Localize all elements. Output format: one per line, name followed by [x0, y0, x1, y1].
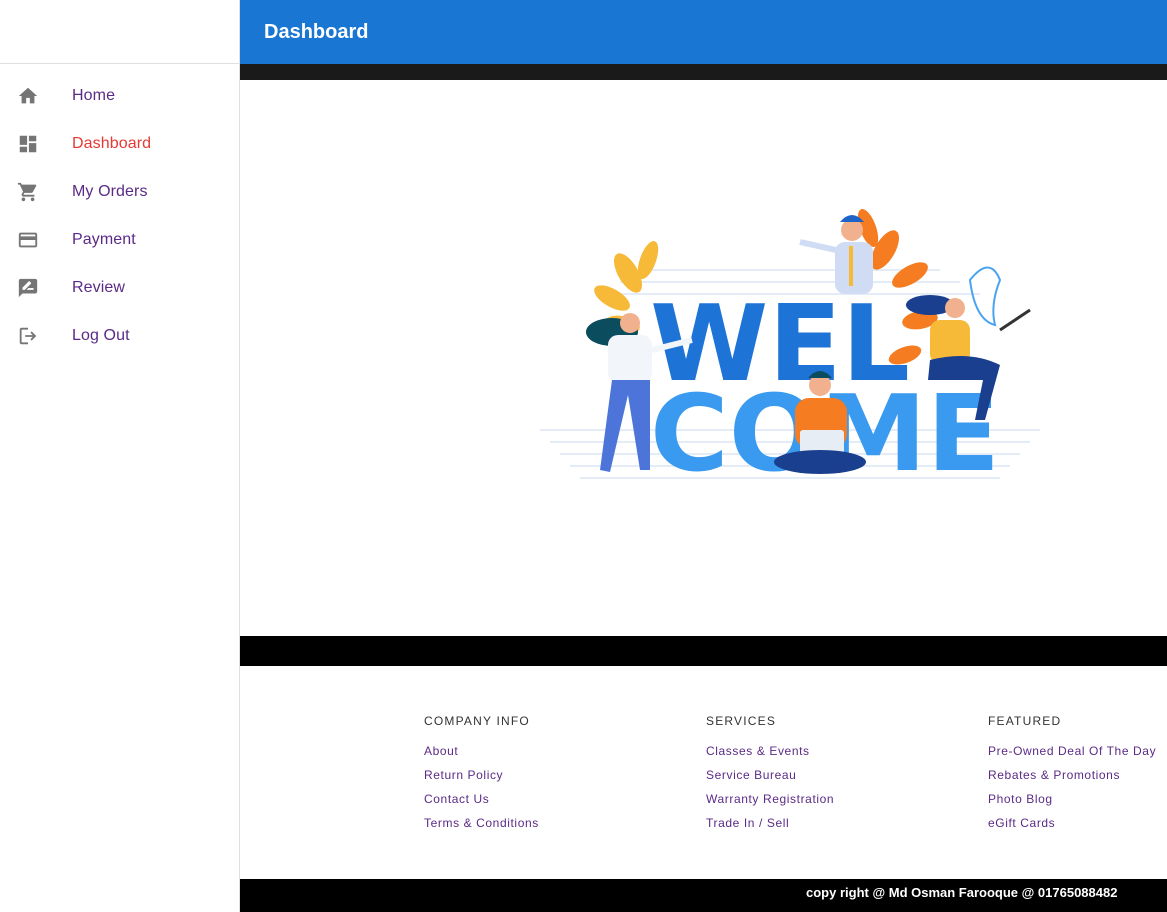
footer-link-trade-in[interactable]: Trade In / Sell — [706, 816, 834, 840]
footer-link-warranty-registration[interactable]: Warranty Registration — [706, 792, 834, 816]
sidebar-item-my-orders[interactable]: My Orders — [0, 168, 239, 216]
copyright-text: copy right @ Md Osman Farooque @ 0176508… — [806, 885, 1118, 900]
sidebar-item-label: Dashboard — [72, 135, 152, 152]
sidebar-item-home[interactable]: Home — [0, 72, 239, 120]
footer-link-pre-owned-deal[interactable]: Pre-Owned Deal Of The Day — [988, 744, 1156, 768]
sidebar-item-label: Log Out — [72, 327, 130, 344]
home-icon — [16, 84, 40, 108]
credit-card-icon — [16, 228, 40, 252]
footer-link-service-bureau[interactable]: Service Bureau — [706, 768, 834, 792]
sidebar-item-review[interactable]: Review — [0, 264, 239, 312]
app-bar: Dashboard — [240, 0, 1167, 64]
sidebar-item-label: Review — [72, 279, 126, 296]
footer-link-terms[interactable]: Terms & Conditions — [424, 816, 539, 840]
footer-heading: FEATURED — [988, 714, 1062, 728]
sidebar-item-label: My Orders — [72, 183, 148, 200]
page-title: Dashboard — [264, 20, 369, 43]
sidebar-item-label: Payment — [72, 231, 136, 248]
footer-link-about[interactable]: About — [424, 744, 539, 768]
footer-link-photo-blog[interactable]: Photo Blog — [988, 792, 1156, 816]
footer-column-featured: FEATURED Pre-Owned Deal Of The Day Rebat… — [988, 714, 1156, 840]
sidebar-item-dashboard[interactable]: Dashboard — [0, 120, 239, 168]
rate-review-icon — [16, 276, 40, 300]
sidebar-header — [0, 0, 239, 64]
footer-link-rebates[interactable]: Rebates & Promotions — [988, 768, 1156, 792]
footer-heading: COMPANY INFO — [424, 714, 530, 728]
welcome-illustration: WEL COME — [540, 209, 1040, 495]
main-content: WEL COME — [240, 80, 1167, 636]
sidebar-item-label: Home — [72, 87, 116, 104]
footer-link-classes-events[interactable]: Classes & Events — [706, 744, 834, 768]
footer-link-egift-cards[interactable]: eGift Cards — [988, 816, 1156, 840]
footer-heading: SERVICES — [706, 714, 777, 728]
copyright-bar: copy right @ Md Osman Farooque @ 0176508… — [240, 879, 1167, 912]
sidebar-nav: Home Dashboard My Orders Payment Review — [0, 64, 239, 360]
footer: COMPANY INFO About Return Policy Contact… — [240, 666, 1167, 879]
dashboard-icon — [16, 132, 40, 156]
cart-icon — [16, 180, 40, 204]
footer-link-return-policy[interactable]: Return Policy — [424, 768, 539, 792]
footer-link-contact-us[interactable]: Contact Us — [424, 792, 539, 816]
sidebar-item-payment[interactable]: Payment — [0, 216, 239, 264]
footer-column-company-info: COMPANY INFO About Return Policy Contact… — [424, 714, 539, 840]
content-divider — [240, 636, 1167, 666]
footer-column-services: SERVICES Classes & Events Service Bureau… — [706, 714, 834, 840]
logout-icon — [16, 324, 40, 348]
sidebar-item-log-out[interactable]: Log Out — [0, 312, 239, 360]
sidebar: Home Dashboard My Orders Payment Review — [0, 0, 240, 912]
header-divider — [240, 64, 1167, 80]
